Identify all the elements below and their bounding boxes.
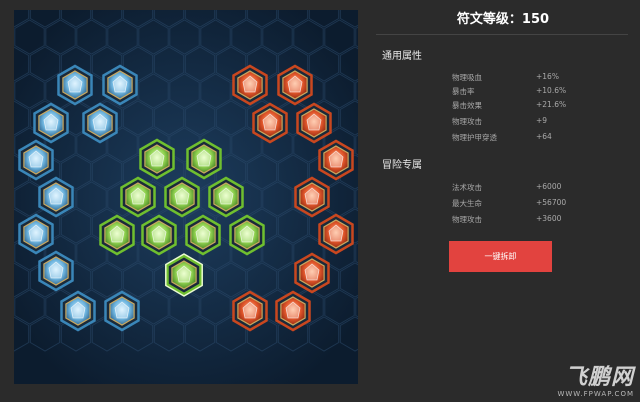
attribute-value: +21.6% [536, 100, 567, 109]
attribute-value: +6000 [536, 182, 562, 191]
attribute-row: 暴击率 +10.6% [452, 86, 612, 100]
attribute-name: 暴击率 [452, 87, 475, 96]
attribute-value: +64 [536, 132, 552, 141]
divider [376, 34, 628, 35]
attribute-name: 物理护甲穿透 [452, 133, 497, 142]
blue-rune-slot[interactable] [38, 250, 74, 292]
blue-rune-slot[interactable] [82, 102, 118, 144]
red-rune-slot[interactable] [232, 290, 268, 332]
blue-rune-slot[interactable] [57, 64, 93, 106]
rune-level-title: 符文等级：150 [456, 12, 550, 27]
rune-board [14, 10, 358, 384]
unlock-all-runes-button[interactable]: 一键拆卸 [449, 241, 552, 272]
watermark-logo: 飞鹏网 [564, 365, 634, 390]
green-rune-slot[interactable] [166, 254, 202, 296]
green-rune-slot[interactable] [229, 214, 265, 256]
blue-rune-slot[interactable] [60, 290, 96, 332]
attribute-row: 暴击效果 +21.6% [452, 100, 612, 114]
attribute-row: 最大生命 +56700 [452, 198, 612, 212]
red-rune-slot[interactable] [252, 102, 288, 144]
attribute-value: +9 [536, 116, 548, 125]
blue-rune-slot[interactable] [38, 176, 74, 218]
attribute-row: 物理攻击 +3600 [452, 214, 612, 228]
green-rune-slot[interactable] [164, 176, 200, 218]
attribute-row: 物理攻击 +9 [452, 116, 612, 130]
attribute-name: 最大生命 [452, 199, 482, 208]
site-watermark: 飞鹏网 WWW.FPWAP.COM [557, 365, 634, 399]
attribute-row: 法术攻击 +6000 [452, 182, 612, 196]
attribute-name: 物理攻击 [452, 117, 482, 126]
red-rune-slot[interactable] [232, 64, 268, 106]
attribute-row: 物理护甲穿透 +64 [452, 132, 612, 146]
blue-rune-slot[interactable] [18, 139, 54, 181]
attribute-value: +3600 [536, 214, 562, 223]
attribute-value: +16% [536, 72, 559, 81]
green-rune-slot[interactable] [120, 176, 156, 218]
green-rune-slot[interactable] [186, 138, 222, 180]
attribute-row: 物理吸血 +16% [452, 72, 612, 86]
red-rune-slot[interactable] [318, 213, 354, 255]
blue-rune-slot[interactable] [102, 64, 138, 106]
watermark-url: WWW.FPWAP.COM [557, 390, 634, 398]
adventure-attributes-heading: 冒险专属 [382, 160, 422, 171]
green-rune-slot[interactable] [208, 176, 244, 218]
attribute-name: 暴击效果 [452, 101, 482, 110]
rune-board-canvas [14, 10, 358, 384]
green-rune-slot[interactable] [141, 214, 177, 256]
blue-rune-slot[interactable] [104, 290, 140, 332]
attribute-name: 法术攻击 [452, 183, 482, 192]
attribute-name: 物理吸血 [452, 73, 482, 82]
green-rune-slot[interactable] [99, 214, 135, 256]
blue-rune-slot[interactable] [33, 102, 69, 144]
green-rune-slot[interactable] [185, 214, 221, 256]
red-rune-slot[interactable] [296, 102, 332, 144]
red-rune-slot[interactable] [294, 252, 330, 294]
general-attributes-heading: 通用属性 [382, 51, 422, 62]
rune-attribute-panel: 符文等级：150 通用属性 物理吸血 +16% 暴击率 +10.6% 暴击效果 … [366, 0, 640, 402]
red-rune-slot[interactable] [275, 290, 311, 332]
attribute-value: +56700 [536, 198, 567, 207]
red-rune-slot[interactable] [318, 139, 354, 181]
attribute-value: +10.6% [536, 86, 567, 95]
red-rune-slot[interactable] [277, 64, 313, 106]
blue-rune-slot[interactable] [18, 213, 54, 255]
red-rune-slot[interactable] [294, 176, 330, 218]
green-rune-slot[interactable] [139, 138, 175, 180]
attribute-name: 物理攻击 [452, 215, 482, 224]
